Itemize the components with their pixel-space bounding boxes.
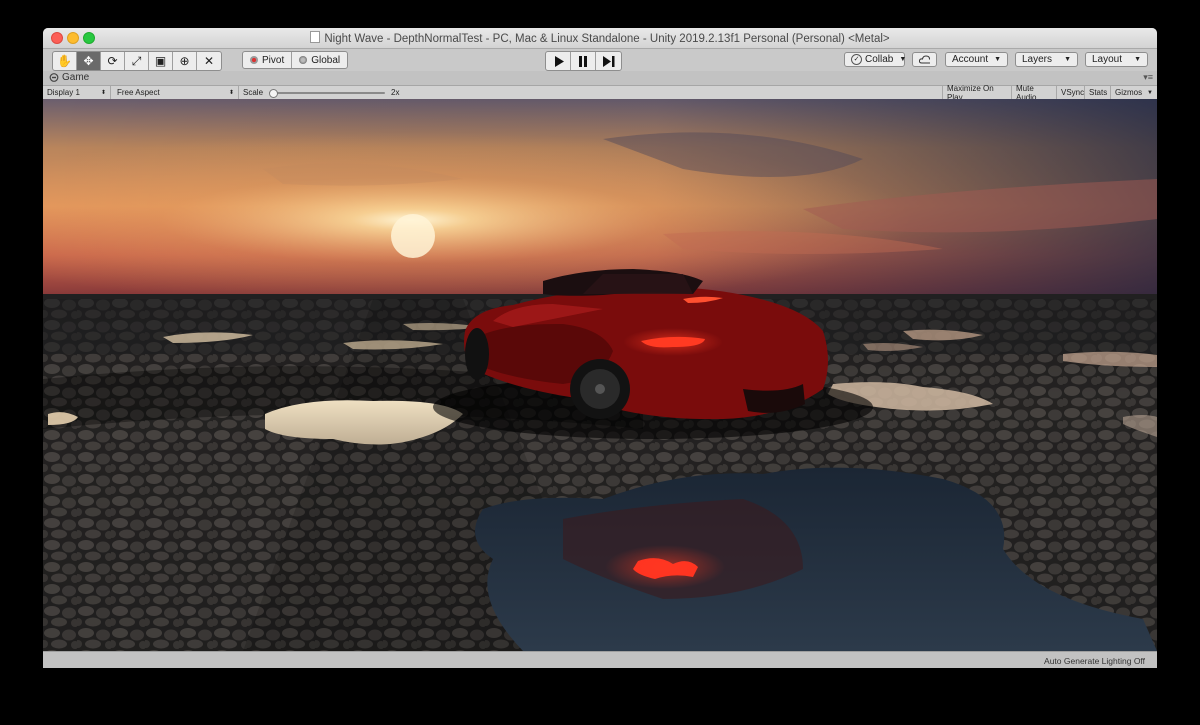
game-render-image xyxy=(43,99,1157,651)
globe-icon xyxy=(299,56,308,64)
transform-tool-group: ✋ ✥ ⟳ ⤢ ▣ ⊕ ✕ xyxy=(52,51,222,71)
play-icon xyxy=(554,55,564,67)
updown-arrows-icon: ⬍ xyxy=(228,90,234,96)
lighting-status-text: Auto Generate Lighting Off xyxy=(1044,656,1145,666)
account-label: Account xyxy=(952,54,989,65)
document-icon xyxy=(310,31,321,43)
tab-game-label: Game xyxy=(62,72,90,83)
game-controller-icon xyxy=(49,73,59,82)
account-dropdown[interactable]: Account ▼ xyxy=(945,52,1008,67)
playback-controls xyxy=(545,51,622,71)
play-button[interactable] xyxy=(546,52,571,70)
chevron-down-icon: ▼ xyxy=(994,56,1002,63)
stats-toggle[interactable]: Stats xyxy=(1085,86,1111,99)
scale-label: Scale xyxy=(243,88,264,97)
window-title: Night Wave - DepthNormalTest - PC, Mac &… xyxy=(43,31,1157,45)
global-label: Global xyxy=(311,54,341,66)
custom-tool-icon: ✕ xyxy=(203,54,215,68)
transform-tool-button[interactable]: ⊕ xyxy=(173,52,197,70)
aspect-label: Free Aspect xyxy=(117,88,160,97)
mute-audio-toggle[interactable]: Mute Audio xyxy=(1012,84,1057,102)
maximize-on-play-toggle[interactable]: Maximize On Play xyxy=(942,84,1012,102)
collab-check-icon: ✓ xyxy=(851,54,862,65)
unity-editor-window: Night Wave - DepthNormalTest - PC, Mac &… xyxy=(43,28,1157,668)
scale-tool-icon: ⤢ xyxy=(131,53,142,68)
display-label: Display 1 xyxy=(47,88,80,97)
collab-label: Collab xyxy=(865,54,894,65)
layers-dropdown[interactable]: Layers ▼ xyxy=(1015,52,1078,67)
status-bar: Auto Generate Lighting Off xyxy=(43,651,1157,668)
pivot-icon xyxy=(250,56,258,64)
scale-slider[interactable] xyxy=(269,88,386,98)
layers-label: Layers xyxy=(1022,54,1053,65)
cloud-button[interactable] xyxy=(912,52,937,67)
pivot-label: Pivot xyxy=(262,54,285,66)
stats-label: Stats xyxy=(1089,88,1108,97)
custom-tool-button[interactable]: ✕ xyxy=(197,52,221,70)
scale-control: Scale 2x xyxy=(239,86,409,99)
aspect-dropdown[interactable]: Free Aspect ⬍ xyxy=(113,86,239,99)
step-button[interactable] xyxy=(596,52,621,70)
chevron-down-icon: ▼ xyxy=(1147,89,1153,96)
title-bar: Night Wave - DepthNormalTest - PC, Mac &… xyxy=(43,28,1157,49)
window-title-text: Night Wave - DepthNormalTest - PC, Mac &… xyxy=(324,33,890,45)
scale-slider-track xyxy=(269,91,386,94)
scale-value: 2x xyxy=(391,88,400,97)
vsync-label: VSync xyxy=(1061,88,1085,97)
rect-tool-icon: ▣ xyxy=(154,54,167,68)
display-dropdown[interactable]: Display 1 ⬍ xyxy=(43,86,111,99)
move-tool-button[interactable]: ✥ xyxy=(77,52,101,70)
transform-tool-icon: ⊕ xyxy=(179,54,190,68)
scale-slider-thumb[interactable] xyxy=(269,88,279,98)
rotate-tool-icon: ⟳ xyxy=(107,54,118,68)
rotate-tool-button[interactable]: ⟳ xyxy=(101,52,125,70)
panel-menu-icon[interactable]: ▾≡ xyxy=(1143,72,1153,83)
layout-dropdown[interactable]: Layout ▼ xyxy=(1085,52,1148,67)
vsync-toggle[interactable]: VSync xyxy=(1057,86,1085,99)
rect-tool-button[interactable]: ▣ xyxy=(149,52,173,70)
hand-tool-button[interactable]: ✋ xyxy=(53,52,77,70)
chevron-down-icon: ▼ xyxy=(899,56,907,63)
hand-tool-icon: ✋ xyxy=(57,54,72,68)
updown-arrows-icon: ⬍ xyxy=(100,90,106,96)
collab-dropdown[interactable]: ✓ Collab ▼ xyxy=(844,52,907,67)
pause-icon xyxy=(579,55,587,67)
cloud-icon xyxy=(919,55,930,64)
pivot-global-toggles: Pivot Global xyxy=(242,51,349,69)
layout-label: Layout xyxy=(1092,54,1123,65)
global-button[interactable]: Global xyxy=(292,52,347,68)
chevron-down-icon: ▼ xyxy=(1064,56,1071,63)
move-tool-icon: ✥ xyxy=(83,54,94,68)
gizmos-label: Gizmos xyxy=(1115,88,1143,97)
main-toolbar: ✋ ✥ ⟳ ⤢ ▣ ⊕ ✕ Pivot Global ✓ Collab ▼ Account ▼ xyxy=(43,49,1157,71)
pivot-button[interactable]: Pivot xyxy=(243,52,293,68)
pause-button[interactable] xyxy=(571,52,596,70)
game-view-toolbar: Display 1 ⬍ Free Aspect ⬍ Scale 2x Maxim… xyxy=(43,84,1157,102)
chevron-down-icon: ▼ xyxy=(1134,56,1141,63)
sun xyxy=(391,214,435,258)
scale-tool-button[interactable]: ⤢ xyxy=(125,52,149,70)
gizmos-dropdown[interactable]: Gizmos ▼ xyxy=(1111,86,1157,99)
tab-game[interactable]: Game xyxy=(49,72,89,83)
game-viewport[interactable] xyxy=(43,99,1157,651)
step-icon xyxy=(602,55,614,67)
